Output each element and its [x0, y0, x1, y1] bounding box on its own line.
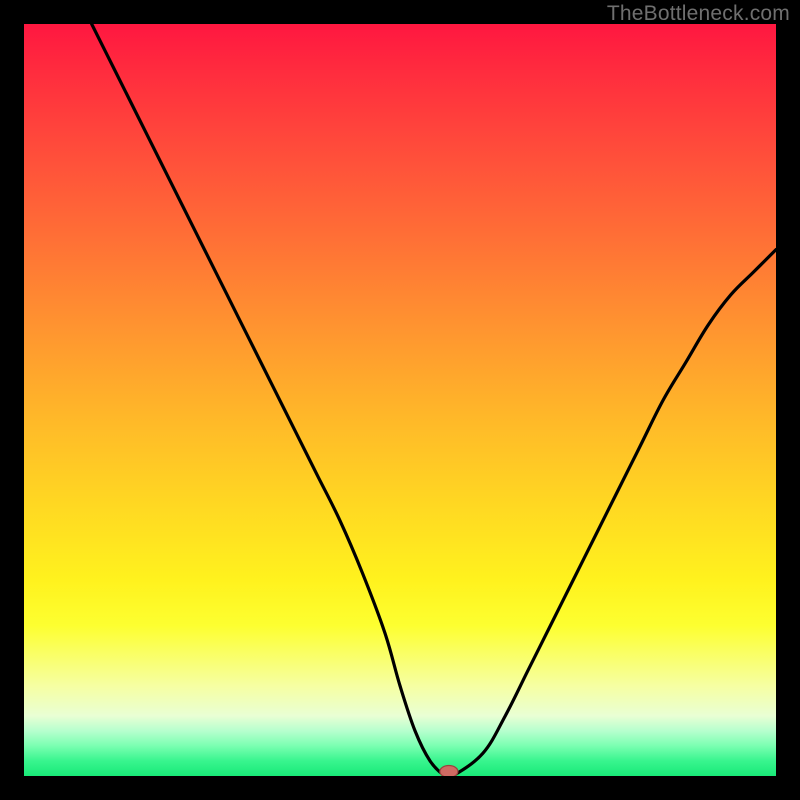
chart-svg	[24, 24, 776, 776]
optimum-marker	[440, 765, 458, 776]
plot-area	[24, 24, 776, 776]
watermark-text: TheBottleneck.com	[607, 2, 790, 26]
chart-frame: TheBottleneck.com	[0, 0, 800, 800]
bottleneck-curve	[92, 24, 776, 776]
